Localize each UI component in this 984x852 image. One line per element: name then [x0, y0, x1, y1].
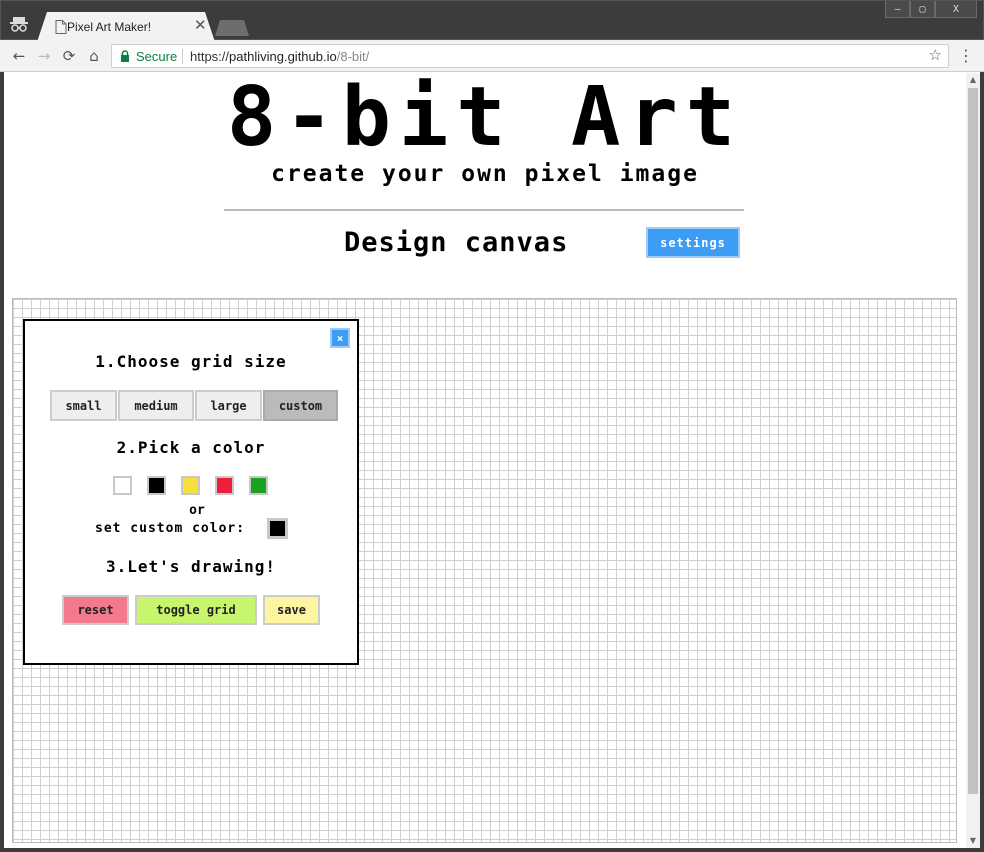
minimize-button[interactable]: —	[885, 1, 910, 18]
address-separator	[182, 49, 183, 64]
scroll-down-arrow-icon[interactable]: ▼	[966, 834, 980, 848]
step-3-heading: 3.Let's drawing!	[105, 557, 277, 576]
color-swatch-white[interactable]	[113, 476, 132, 495]
window-frame-right	[980, 72, 984, 852]
secure-label: Secure	[136, 49, 178, 64]
lock-icon	[121, 50, 129, 62]
color-swatch-red[interactable]	[215, 476, 234, 495]
size-large-button[interactable]: large	[195, 390, 262, 421]
color-palette	[113, 476, 283, 495]
incognito-icon	[10, 17, 28, 32]
or-text: or	[189, 503, 205, 518]
bookmark-star-icon[interactable]: ☆	[929, 46, 942, 64]
page-scrollbar[interactable]: ▲ ▼	[966, 73, 980, 848]
step-2-heading: 2.Pick a color	[116, 438, 266, 457]
page-viewport: 8-bit Art create your own pixel image De…	[4, 73, 966, 848]
page-subtitle: create your own pixel image	[271, 161, 699, 187]
browser-toolbar: ← → ⟳ ⌂ Secure https://pathliving.github…	[0, 40, 984, 72]
url-scheme: https://	[190, 49, 230, 64]
custom-color-picker[interactable]	[267, 518, 288, 539]
settings-button[interactable]: settings	[646, 227, 740, 258]
color-swatch-yellow[interactable]	[181, 476, 200, 495]
header-divider	[224, 209, 744, 211]
home-button[interactable]: ⌂	[85, 47, 103, 65]
color-swatch-black[interactable]	[147, 476, 166, 495]
forward-button[interactable]: →	[35, 47, 53, 65]
settings-modal: × 1.Choose grid size small medium large …	[23, 319, 359, 665]
new-tab-button[interactable]	[215, 20, 249, 36]
modal-close-button[interactable]: ×	[330, 328, 350, 348]
reload-button[interactable]: ⟳	[60, 47, 78, 65]
canvas-heading: Design canvas	[344, 227, 569, 258]
browser-tab[interactable]: Pixel Art Maker! ✕	[37, 12, 215, 42]
size-custom-button[interactable]: custom	[263, 390, 338, 421]
page-icon	[55, 20, 67, 34]
tab-title: Pixel Art Maker!	[67, 20, 152, 34]
back-button[interactable]: ←	[10, 47, 28, 65]
scroll-up-arrow-icon[interactable]: ▲	[966, 73, 980, 87]
window-frame-bottom	[0, 848, 984, 852]
toggle-grid-button[interactable]: toggle grid	[135, 595, 257, 625]
scroll-thumb[interactable]	[968, 88, 978, 794]
close-window-button[interactable]: X	[935, 1, 977, 18]
grid-size-options: small medium large custom	[50, 390, 339, 421]
url-text: https://pathliving.github.io/8-bit/	[190, 49, 369, 64]
window-controls: — ▢ X	[885, 1, 977, 18]
action-buttons: reset toggle grid save	[62, 595, 326, 625]
custom-color-label: set custom color:	[95, 521, 246, 536]
tab-close-icon[interactable]: ✕	[194, 18, 207, 33]
step-1-heading: 1.Choose grid size	[95, 352, 287, 371]
size-medium-button[interactable]: medium	[118, 390, 194, 421]
color-swatch-green[interactable]	[249, 476, 268, 495]
url-host: pathliving.github.io	[229, 49, 337, 64]
reset-button[interactable]: reset	[62, 595, 129, 625]
url-path: /8-bit/	[336, 49, 370, 64]
browser-titlebar: Pixel Art Maker! ✕ — ▢ X	[0, 0, 984, 42]
address-bar[interactable]: Secure https://pathliving.github.io/8-bi…	[111, 44, 949, 68]
page-title: 8-bit Art	[226, 73, 744, 165]
size-small-button[interactable]: small	[50, 390, 117, 421]
save-button[interactable]: save	[263, 595, 320, 625]
maximize-button[interactable]: ▢	[910, 1, 935, 18]
browser-menu-icon[interactable]: ⋮	[958, 47, 974, 65]
